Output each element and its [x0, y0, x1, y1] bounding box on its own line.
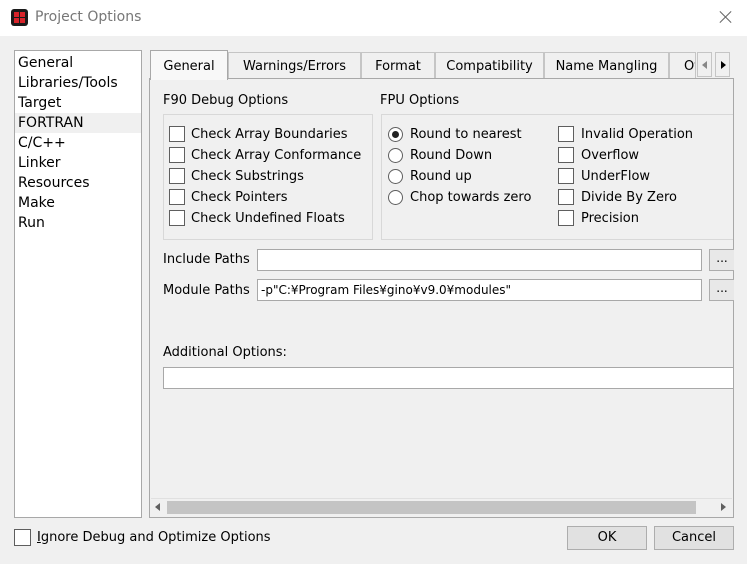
check-substrings-checkbox[interactable] [169, 168, 185, 184]
ok-button[interactable]: OK [567, 526, 647, 550]
include-paths-label: Include Paths [163, 252, 250, 267]
round-to-nearest-label[interactable]: Round to nearest [410, 127, 522, 142]
tab-scroll-right-button[interactable] [715, 52, 730, 77]
check-undefined-floats-checkbox[interactable] [169, 210, 185, 226]
check-undefined-floats-label[interactable]: Check Undefined Floats [191, 211, 345, 226]
category-item-general[interactable]: General [15, 53, 141, 73]
category-list[interactable]: General Libraries/Tools Target FORTRAN C… [14, 50, 142, 518]
check-array-boundaries-checkbox[interactable] [169, 126, 185, 142]
check-substrings-label[interactable]: Check Substrings [191, 169, 304, 184]
precision-checkbox[interactable] [558, 210, 574, 226]
invalid-operation-checkbox[interactable] [558, 126, 574, 142]
include-paths-browse-button[interactable]: ... [709, 249, 734, 271]
fpu-options-title: FPU Options [380, 93, 460, 108]
tab-other[interactable]: Other [669, 52, 696, 79]
tab-format[interactable]: Format [361, 52, 435, 79]
tab-scroll-left-button[interactable] [697, 52, 712, 77]
divide-by-zero-checkbox[interactable] [558, 189, 574, 205]
check-array-conformance-label[interactable]: Check Array Conformance [191, 148, 361, 163]
precision-label[interactable]: Precision [581, 211, 639, 226]
round-down-label[interactable]: Round Down [410, 148, 492, 163]
category-item-target[interactable]: Target [15, 93, 141, 113]
check-array-conformance-checkbox[interactable] [169, 147, 185, 163]
cancel-button[interactable]: Cancel [654, 526, 734, 550]
round-down-radio[interactable] [388, 148, 403, 163]
divide-by-zero-label[interactable]: Divide By Zero [581, 190, 677, 205]
tab-name-mangling[interactable]: Name Mangling [544, 52, 669, 79]
tab-warnings-errors[interactable]: Warnings/Errors [228, 52, 361, 79]
underflow-checkbox[interactable] [558, 168, 574, 184]
round-to-nearest-radio[interactable] [388, 127, 403, 142]
category-item-make[interactable]: Make [15, 193, 141, 213]
module-paths-input[interactable]: -p"C:¥Program Files¥gino¥v9.0¥modules" [257, 279, 702, 301]
ignore-debug-optimize-checkbox[interactable] [14, 529, 31, 546]
category-item-libraries-tools[interactable]: Libraries/Tools [15, 73, 141, 93]
category-item-fortran[interactable]: FORTRAN [15, 113, 141, 133]
scrollbar-thumb[interactable] [167, 501, 696, 514]
check-array-boundaries-label[interactable]: Check Array Boundaries [191, 127, 348, 142]
f90-debug-options-title: F90 Debug Options [163, 93, 289, 108]
title-bar: Project Options [0, 0, 747, 36]
invalid-operation-label[interactable]: Invalid Operation [581, 127, 693, 142]
scroll-right-arrow-icon[interactable] [721, 503, 726, 511]
round-up-label[interactable]: Round up [410, 169, 472, 184]
chop-towards-zero-radio[interactable] [388, 190, 403, 205]
underflow-label[interactable]: UnderFlow [581, 169, 650, 184]
tab-compatibility[interactable]: Compatibility [435, 52, 544, 79]
category-item-run[interactable]: Run [15, 213, 141, 233]
category-item-linker[interactable]: Linker [15, 153, 141, 173]
module-paths-browse-button[interactable]: ... [709, 279, 734, 301]
ignore-debug-optimize-label[interactable]: Ignore Debug and Optimize Options [37, 530, 271, 545]
close-icon[interactable] [715, 6, 737, 28]
app-grid-icon [11, 9, 28, 26]
window-title: Project Options [35, 9, 142, 25]
tab-general[interactable]: General [150, 50, 228, 80]
include-paths-input[interactable] [257, 249, 702, 271]
scroll-left-arrow-icon[interactable] [155, 503, 160, 511]
category-item-c-cpp[interactable]: C/C++ [15, 133, 141, 153]
category-item-resources[interactable]: Resources [15, 173, 141, 193]
chevron-right-icon [721, 61, 726, 69]
horizontal-scrollbar[interactable] [151, 498, 732, 515]
module-paths-label: Module Paths [163, 283, 250, 298]
chevron-left-icon [702, 61, 707, 69]
round-up-radio[interactable] [388, 169, 403, 184]
chop-towards-zero-label[interactable]: Chop towards zero [410, 190, 531, 205]
check-pointers-checkbox[interactable] [169, 189, 185, 205]
additional-options-input[interactable] [163, 367, 733, 389]
overflow-checkbox[interactable] [558, 147, 574, 163]
ignore-label-rest: gnore Debug and Optimize Options [40, 530, 271, 545]
overflow-label[interactable]: Overflow [581, 148, 639, 163]
check-pointers-label[interactable]: Check Pointers [191, 190, 288, 205]
additional-options-label: Additional Options: [163, 345, 287, 360]
